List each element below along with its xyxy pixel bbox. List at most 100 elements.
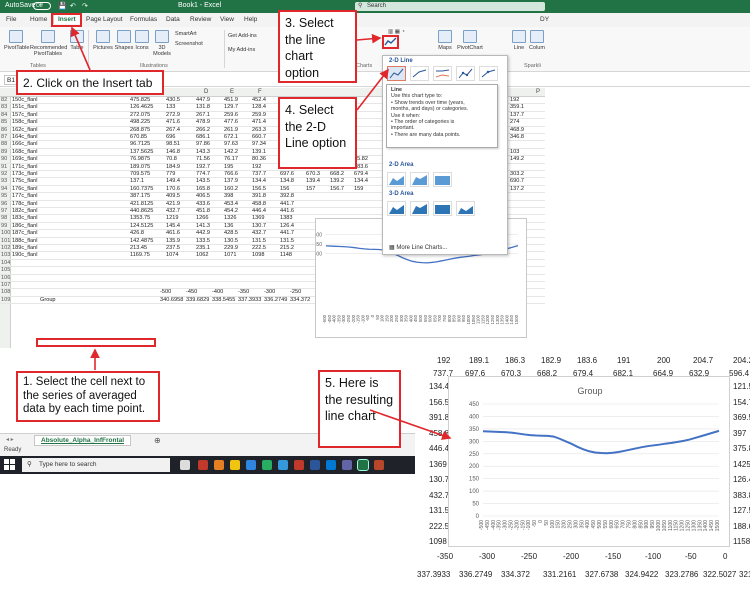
cell-name[interactable]: 190c_flanl — [12, 252, 38, 259]
cell-value[interactable]: 339.6829 — [186, 297, 209, 304]
col-header-d[interactable]: D — [204, 89, 208, 95]
cell-value[interactable]: 128.4 — [252, 104, 266, 111]
cell-value[interactable]: 1369 — [252, 215, 264, 222]
cell-value[interactable]: 136 — [224, 223, 233, 230]
cell-value[interactable]: 660.7 — [252, 134, 266, 141]
add-sheet-icon[interactable]: ⊕ — [154, 436, 161, 445]
cell-value[interactable]: 1266 — [196, 215, 208, 222]
cell-value[interactable]: 268.875 — [130, 127, 150, 134]
cell-value[interactable]: 267.1 — [196, 112, 210, 119]
icons-button[interactable]: Icons — [134, 30, 150, 51]
cell-value[interactable]: 369.5 — [733, 413, 750, 422]
cell-value[interactable]: 121.5 — [733, 382, 750, 391]
cell-name[interactable]: 188c_flanl — [12, 238, 38, 245]
cell-name[interactable]: 166c_flanl — [12, 141, 38, 148]
cell-value[interactable]: 229.9 — [224, 245, 238, 252]
cell-value[interactable]: 200 — [657, 356, 670, 365]
cell-value[interactable]: 126.4 — [733, 475, 750, 484]
cell-value[interactable]: 157 — [306, 186, 315, 193]
cell-value[interactable]: 696 — [166, 134, 175, 141]
cell-value[interactable]: 398 — [224, 193, 233, 200]
row-number[interactable]: 89 — [1, 149, 11, 156]
cell-value[interactable]: 272.075 — [130, 112, 150, 119]
cell-value[interactable]: 686.1 — [196, 134, 210, 141]
cell-value[interactable]: 498.225 — [130, 119, 150, 126]
row-number[interactable]: 98 — [1, 215, 11, 222]
col-header-f[interactable]: F — [258, 89, 262, 95]
cell-name[interactable]: 175c_flanl — [12, 178, 38, 185]
cell-value[interactable]: 156 — [280, 186, 289, 193]
cell-value[interactable]: 303.2 — [510, 171, 524, 178]
cell-value[interactable]: 204.7 — [693, 356, 713, 365]
cell-value[interactable]: 426.8 — [130, 230, 144, 237]
cell-value[interactable]: 1219 — [166, 215, 178, 222]
cell-value[interactable]: 130.5 — [224, 238, 238, 245]
cell-value[interactable]: -500 — [160, 289, 171, 296]
cell-value[interactable]: 690.7 — [510, 178, 524, 185]
cell-value[interactable]: 324.9422 — [625, 570, 658, 579]
cell-value[interactable]: 183.6 — [577, 356, 597, 365]
cell-value[interactable]: 98.51 — [166, 141, 180, 148]
cell-name[interactable]: 158c_flanl — [12, 119, 38, 126]
cell-value[interactable]: -50 — [685, 552, 697, 561]
cell-value[interactable]: 432.7 — [252, 230, 266, 237]
cell-value[interactable]: 670.3 — [306, 171, 320, 178]
windows-start-icon[interactable] — [4, 459, 15, 470]
cell-name[interactable]: 189c_flanl — [12, 245, 38, 252]
cell-value[interactable]: 321.9104 — [739, 570, 750, 579]
cell-value[interactable]: 421.9 — [166, 201, 180, 208]
undo-icon[interactable]: ↶ — [70, 2, 76, 10]
row-number[interactable]: 109 — [1, 297, 11, 304]
cell-value[interactable]: -300 — [264, 289, 275, 296]
resulting-line-chart[interactable]: Group 0 50 100 150 200 250 300 350 400 450 -500 -45… — [448, 376, 730, 547]
cell-value[interactable]: -350 — [238, 289, 249, 296]
cell-value[interactable]: 1074 — [166, 252, 178, 259]
cell-value[interactable]: 1425 — [733, 460, 750, 469]
cell-value[interactable]: 195 — [224, 164, 233, 171]
cell-value[interactable]: 124.5125 — [130, 223, 153, 230]
cell-value[interactable]: 192 — [437, 356, 450, 365]
3d-area-alt-option[interactable] — [456, 201, 475, 216]
row-number[interactable]: 107 — [1, 282, 11, 289]
cell-value[interactable]: 468.9 — [510, 127, 524, 134]
row-number[interactable]: 97 — [1, 208, 11, 215]
cell-value[interactable]: 133.5 — [196, 238, 210, 245]
cell-value[interactable]: 170.6 — [166, 186, 180, 193]
cell-value[interactable]: 779 — [166, 171, 175, 178]
cell-value[interactable]: 149.4 — [166, 178, 180, 185]
cell-name[interactable]: 151c_flanl — [12, 104, 38, 111]
cell-value[interactable]: 359.1 — [510, 104, 524, 111]
search-box[interactable]: ⚲ Search — [355, 2, 545, 11]
sheet-tab-active[interactable]: Absolute_Alpha_InfFrontal — [34, 435, 132, 446]
cell-value[interactable]: 1169.75 — [130, 252, 150, 259]
cell-name[interactable]: 164c_flanl — [12, 134, 38, 141]
series-line-group[interactable] — [482, 429, 720, 455]
cell-value[interactable]: 261.9 — [224, 127, 238, 134]
cell-name[interactable]: 186c_flanl — [12, 223, 38, 230]
table-button[interactable]: Table — [68, 30, 86, 51]
cell-value[interactable]: 135.9 — [166, 238, 180, 245]
cell-value[interactable]: 1158 — [733, 537, 750, 546]
edge-icon[interactable] — [246, 460, 256, 470]
cell-value[interactable]: 475.825 — [130, 97, 150, 104]
insert-line-chart-button[interactable] — [382, 35, 399, 49]
cell-name[interactable]: 168c_flanl — [12, 149, 38, 156]
cell-value[interactable]: 215.2 — [280, 245, 294, 252]
save-icon[interactable]: 💾 — [58, 2, 67, 10]
cell-name[interactable]: 187c_flanl — [12, 230, 38, 237]
recommended-pivot-button[interactable]: Recommended PivotTables — [30, 30, 67, 57]
cell-value[interactable]: 397 — [733, 429, 746, 438]
cell-value[interactable]: -200 — [563, 552, 579, 561]
percent-area-option[interactable] — [433, 172, 452, 187]
cell-value[interactable]: 126.4625 — [130, 104, 153, 111]
cell-value[interactable]: 432.7 — [429, 491, 449, 500]
cell-value[interactable]: 97.34 — [252, 141, 266, 148]
cell-value[interactable]: 433.6 — [196, 201, 210, 208]
row-number[interactable]: 104 — [1, 260, 11, 267]
row-number[interactable]: 90 — [1, 156, 11, 163]
cell-value[interactable]: 478.9 — [196, 119, 210, 126]
pivot-table-button[interactable]: PivotTable — [4, 30, 29, 51]
cell-value[interactable]: 387.175 — [130, 193, 150, 200]
cell-value[interactable]: 71.56 — [196, 156, 210, 163]
cell-value[interactable]: 131.5 — [280, 238, 294, 245]
